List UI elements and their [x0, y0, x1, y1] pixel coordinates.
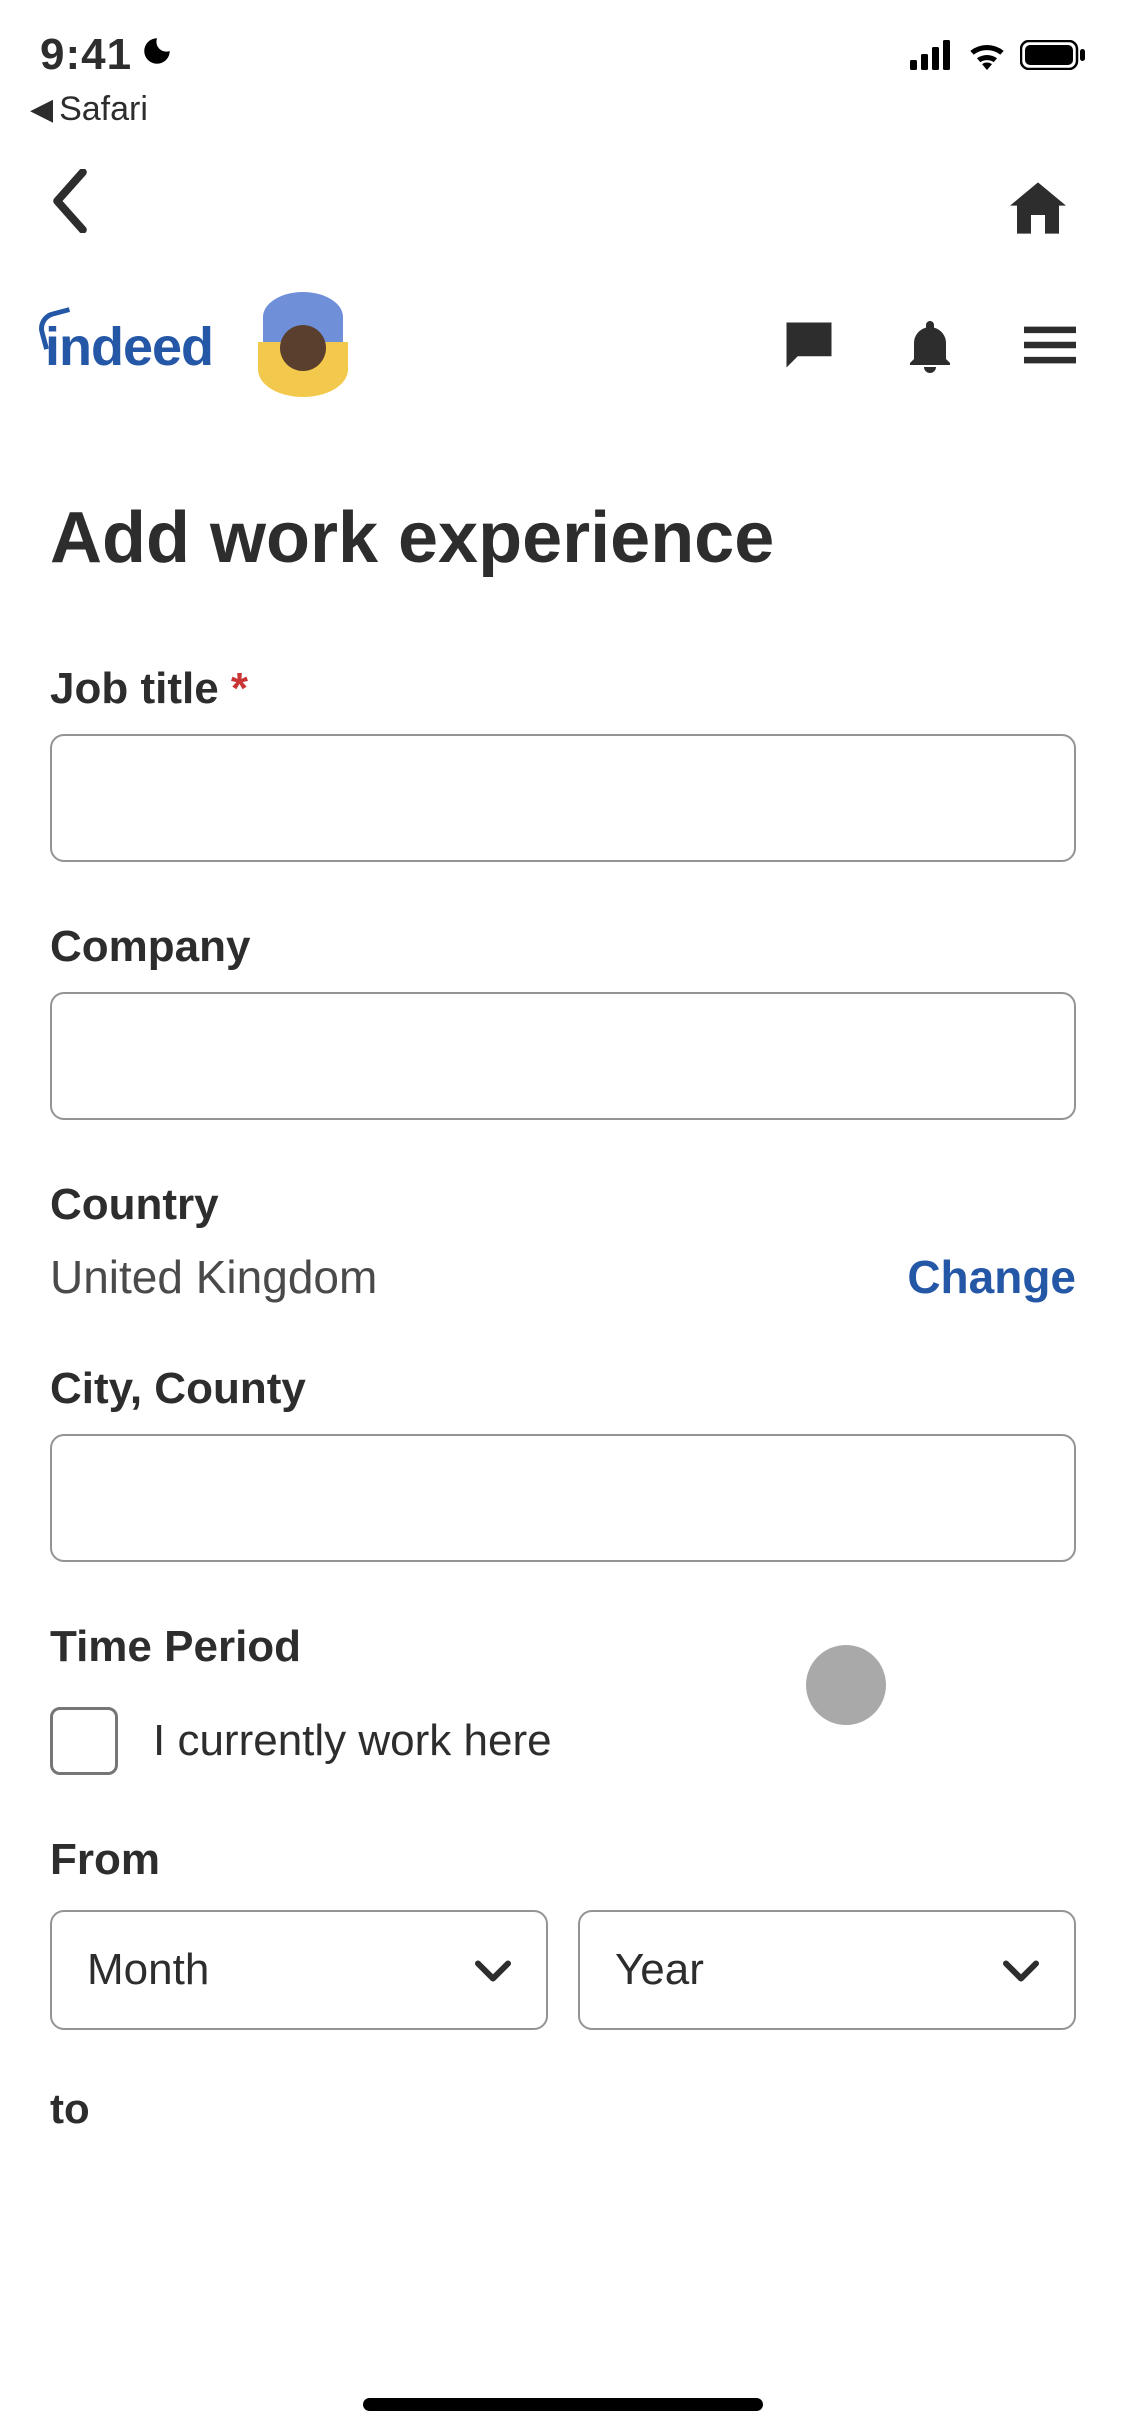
battery-icon [1020, 40, 1086, 70]
from-select-row: Month Year [50, 1910, 1076, 2030]
nav-row [0, 129, 1126, 277]
home-indicator[interactable] [363, 2398, 763, 2411]
country-label: Country [50, 1180, 1076, 1230]
wifi-icon [966, 40, 1008, 70]
currently-work-checkbox[interactable] [50, 1707, 118, 1775]
country-group: Country United Kingdom Change [50, 1180, 1076, 1304]
country-value: United Kingdom [50, 1250, 377, 1304]
city-group: City, County [50, 1364, 1076, 1562]
company-label: Company [50, 922, 1076, 972]
touch-indicator [806, 1645, 886, 1725]
required-indicator: * [231, 664, 248, 713]
time-period-label: Time Period [50, 1622, 1076, 1672]
app-header: indeed [0, 277, 1126, 437]
home-button[interactable] [1010, 182, 1066, 234]
country-row: United Kingdom Change [50, 1250, 1076, 1304]
job-title-group: Job title * [50, 664, 1076, 862]
back-to-safari[interactable]: ◀ Safari [0, 90, 1126, 129]
status-time: 9:41 [40, 30, 132, 80]
status-left: 9:41 [40, 30, 174, 80]
page-title: Add work experience [50, 497, 1076, 579]
chevron-down-icon [1003, 1949, 1039, 1991]
job-title-input[interactable] [50, 734, 1076, 862]
back-app-label: Safari [59, 90, 148, 129]
signal-icon [910, 40, 954, 70]
status-bar: 9:41 [0, 0, 1126, 90]
change-country-link[interactable]: Change [907, 1250, 1076, 1304]
from-year-select[interactable]: Year [578, 1910, 1076, 2030]
job-title-label: Job title * [50, 664, 1076, 714]
notifications-icon[interactable] [906, 317, 954, 378]
flower-icon [243, 287, 363, 407]
city-input[interactable] [50, 1434, 1076, 1562]
from-year-text: Year [615, 1945, 704, 1995]
company-group: Company [50, 922, 1076, 1120]
currently-work-row: I currently work here [50, 1707, 1076, 1775]
chevron-down-icon [475, 1949, 511, 1991]
time-period-group: Time Period I currently work here [50, 1622, 1076, 1775]
indeed-logo[interactable]: indeed [45, 316, 213, 378]
back-button[interactable] [50, 169, 90, 247]
messages-icon[interactable] [782, 318, 836, 377]
currently-work-label: I currently work here [153, 1716, 552, 1766]
company-input[interactable] [50, 992, 1076, 1120]
from-month-text: Month [87, 1945, 209, 1995]
from-label: From [50, 1835, 1076, 1885]
back-arrow-icon: ◀ [30, 92, 53, 127]
city-label: City, County [50, 1364, 1076, 1414]
status-right [910, 40, 1086, 70]
moon-icon [140, 34, 174, 77]
menu-icon[interactable] [1024, 325, 1076, 370]
from-month-select[interactable]: Month [50, 1910, 548, 2030]
header-right [782, 317, 1076, 378]
main-content: Add work experience Job title * Company … [0, 437, 1126, 2133]
header-left: indeed [45, 287, 363, 407]
from-group: From Month Year to [50, 1835, 1076, 2133]
to-label: to [50, 2085, 1076, 2133]
